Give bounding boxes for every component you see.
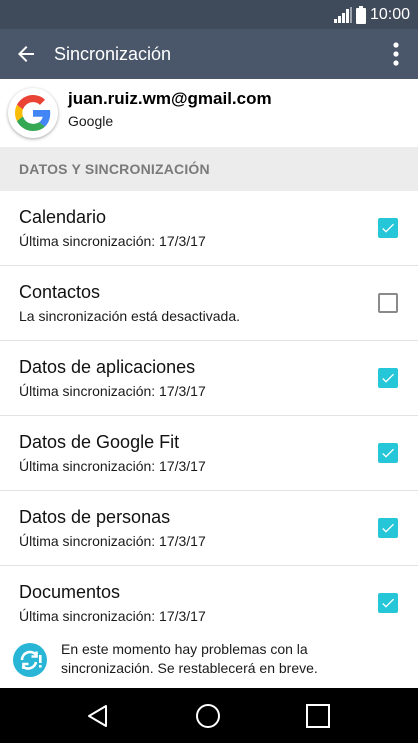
sync-checkbox[interactable] [378,293,398,313]
sync-list: Calendario Última sincronización: 17/3/1… [0,191,418,640]
nav-back-button[interactable] [78,696,118,736]
back-button[interactable] [10,38,42,70]
check-icon [382,373,394,383]
battery-icon [355,5,366,24]
signal-icon [333,6,352,23]
sync-item-contactos[interactable]: Contactos La sincronización está desacti… [0,266,418,341]
status-indicators: 10:00 [333,0,410,29]
account-avatar [8,88,58,138]
check-icon [382,598,394,608]
sync-checkbox[interactable] [378,443,398,463]
sync-item-subtitle: Última sincronización: 17/3/17 [19,608,206,624]
account-email: juan.ruiz.wm@gmail.com [68,89,272,108]
sync-checkbox[interactable] [378,518,398,538]
check-icon [382,448,394,458]
sync-item-datos-personas[interactable]: Datos de personas Última sincronización:… [0,491,418,566]
sync-item-title: Calendario [19,207,107,227]
sync-item-subtitle: Última sincronización: 17/3/17 [19,533,206,549]
sync-item-title: Datos de aplicaciones [19,357,196,377]
status-time: 10:00 [369,6,410,23]
sync-settings-screen: 10:00 Sincronización juan.ruiz.wm@gmail.… [0,0,418,743]
check-icon [382,523,394,533]
sync-item-subtitle: La sincronización está desactivada. [19,308,241,324]
status-bar: 10:00 [0,0,418,29]
sync-item-calendario[interactable]: Calendario Última sincronización: 17/3/1… [0,191,418,266]
check-icon [382,223,394,233]
sync-item-subtitle: Última sincronización: 17/3/17 [19,458,206,474]
nav-recents-button[interactable] [298,696,338,736]
nav-back-triangle-icon [88,705,107,727]
sync-item-datos-aplicaciones[interactable]: Datos de aplicaciones Última sincronizac… [0,341,418,416]
nav-home-circle-icon [196,704,220,728]
sync-item-title: Documentos [19,582,121,602]
sync-item-google-fit[interactable]: Datos de Google Fit Última sincronizació… [0,416,418,491]
page-title: Sincronización [54,44,172,64]
overflow-menu-button[interactable] [388,38,404,70]
sync-item-documentos[interactable]: Documentos Última sincronización: 17/3/1… [0,566,418,640]
sync-item-title: Contactos [19,282,101,302]
sync-item-subtitle: Última sincronización: 17/3/17 [19,233,206,249]
sync-checkbox[interactable] [378,218,398,238]
app-bar: Sincronización [0,29,418,79]
section-title: DATOS Y SINCRONIZACIÓN [19,161,210,177]
google-logo-icon [15,95,51,131]
nav-home-button[interactable] [188,696,228,736]
account-header: juan.ruiz.wm@gmail.com Google [0,79,418,147]
sync-checkbox[interactable] [378,593,398,613]
sync-item-subtitle: Última sincronización: 17/3/17 [19,383,206,399]
sync-problem-text: En este momento hay problemas con la sin… [61,641,318,676]
sync-problem-notice: En este momento hay problemas con la sin… [0,632,418,688]
sync-problem-icon [13,643,47,677]
section-header: DATOS Y SINCRONIZACIÓN [0,147,418,191]
sync-checkbox[interactable] [378,368,398,388]
navigation-bar [0,688,418,743]
sync-item-title: Datos de personas [19,507,171,527]
arrow-left-icon [18,46,34,62]
account-type: Google [68,113,114,129]
more-vert-icon [393,42,399,66]
nav-recents-square-icon [306,704,330,728]
sync-item-title: Datos de Google Fit [19,432,180,452]
